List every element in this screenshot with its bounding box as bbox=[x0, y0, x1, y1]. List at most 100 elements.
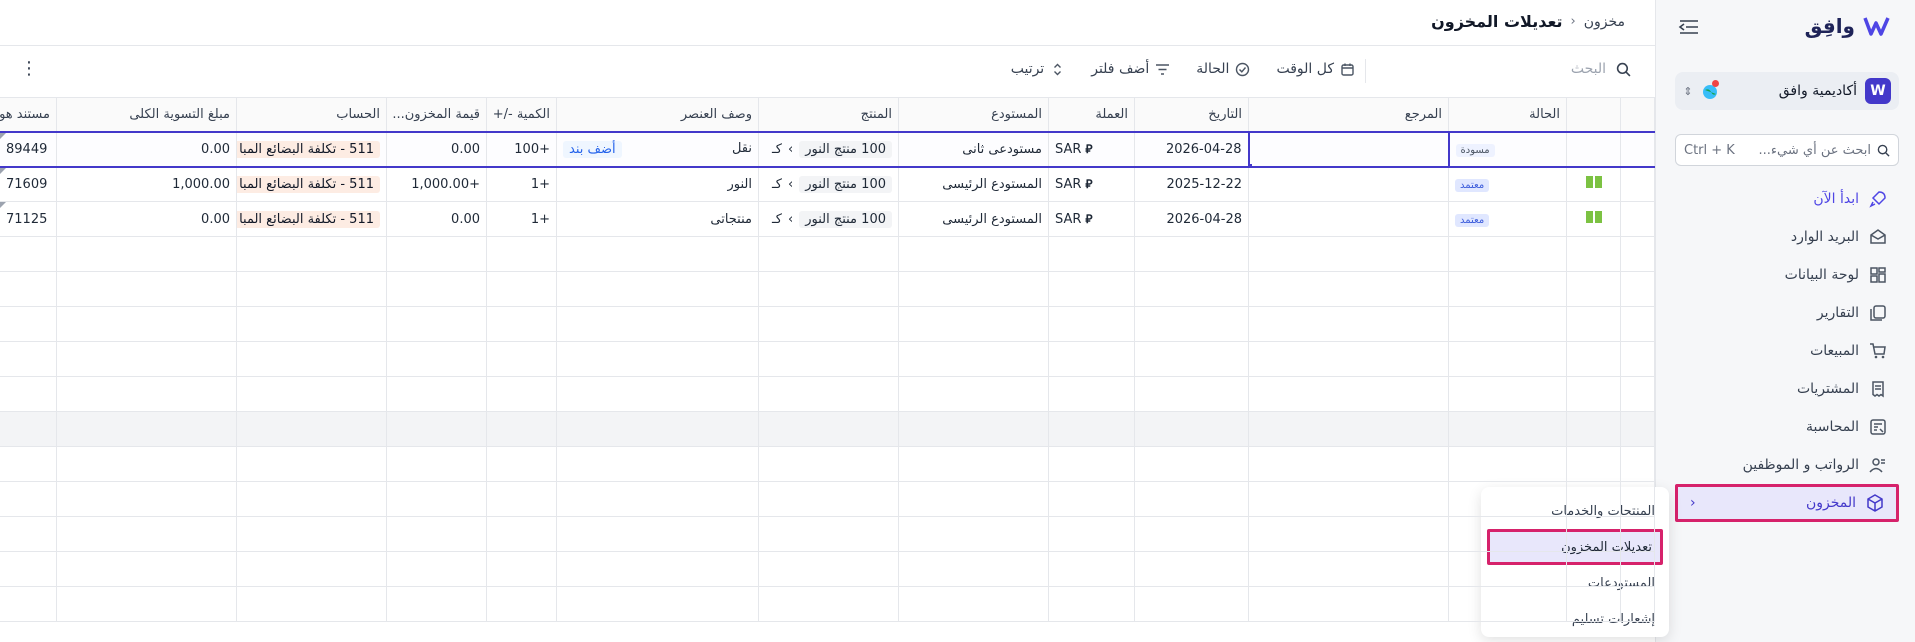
sidebar-item-dashboard[interactable]: لوحة البيانات bbox=[1675, 256, 1899, 294]
row-select-cell[interactable] bbox=[1620, 201, 1655, 237]
reference-cell[interactable] bbox=[1248, 201, 1449, 237]
sidebar-item-accounting[interactable]: المحاسبة bbox=[1675, 408, 1899, 446]
total-cell[interactable]: 0.00 bbox=[56, 201, 237, 237]
sidebar-item-inventory[interactable]: المخزون ‹ bbox=[1675, 484, 1899, 522]
breadcrumb-parent[interactable]: مخزون bbox=[1584, 14, 1625, 30]
sort-button[interactable]: ترتيب bbox=[1011, 61, 1066, 77]
row-select-cell[interactable] bbox=[1620, 130, 1655, 168]
warehouse-cell[interactable]: المستودع الرئيسى bbox=[898, 201, 1049, 237]
column-header-date[interactable]: التاريخ bbox=[1134, 97, 1249, 132]
stock-value-cell[interactable]: 1,000.00+ bbox=[386, 166, 487, 202]
column-header-document[interactable]: مستند هو bbox=[0, 97, 57, 132]
workspace-name: أكاديمية وافق bbox=[1778, 83, 1857, 99]
product-cell[interactable]: 100 منتج النور › كـ bbox=[758, 130, 899, 168]
currency-cell[interactable]: ⃁ SAR bbox=[1048, 130, 1135, 168]
add-filter-label: أضف فلتر bbox=[1091, 61, 1150, 77]
more-options-icon[interactable]: ⋮ bbox=[20, 59, 38, 79]
dashboard-icon bbox=[1870, 267, 1886, 283]
reference-cell[interactable] bbox=[1248, 166, 1449, 202]
account-cell[interactable]: 511 - تكلفة البضائع المبا bbox=[236, 201, 387, 237]
quantity-cell[interactable]: 1+ bbox=[486, 166, 557, 202]
empty-row[interactable] bbox=[0, 446, 1655, 482]
warehouse-cell[interactable]: مستودعى ثانى bbox=[898, 130, 1049, 168]
description-cell[interactable]: منتجاتى bbox=[556, 201, 759, 237]
account-cell[interactable]: 511 - تكلفة البضائع المبا bbox=[236, 166, 387, 202]
riyal-symbol-icon: ⃁ bbox=[1085, 176, 1093, 191]
empty-row[interactable] bbox=[0, 376, 1655, 412]
sidebar-item-purchases[interactable]: المشتريات bbox=[1675, 370, 1899, 408]
description-cell[interactable]: النور bbox=[556, 166, 759, 202]
sidebar-item-inbox[interactable]: البريد الوارد bbox=[1675, 218, 1899, 256]
empty-row[interactable] bbox=[0, 271, 1655, 307]
collapse-sidebar-icon[interactable] bbox=[1678, 18, 1700, 36]
column-header-reference[interactable]: المرجع bbox=[1248, 97, 1449, 132]
quantity-cell[interactable]: 100+ bbox=[486, 130, 557, 168]
empty-row[interactable] bbox=[0, 411, 1655, 447]
column-header-warehouse[interactable]: المستودع bbox=[898, 97, 1049, 132]
stock-value-cell[interactable]: 0.00 bbox=[386, 130, 487, 168]
stock-value-cell[interactable]: 0.00 bbox=[386, 201, 487, 237]
column-header-currency[interactable]: العملة bbox=[1048, 97, 1135, 132]
add-item-button[interactable]: أضف بند bbox=[563, 140, 622, 158]
row-icon-cell[interactable] bbox=[1566, 166, 1621, 202]
table-row[interactable]: مسودة 2026-04-28 ⃁ SAR مستودعى ثانى 100 م… bbox=[0, 130, 1655, 168]
column-header-select[interactable] bbox=[1620, 97, 1655, 132]
currency-cell[interactable]: ⃁ SAR bbox=[1048, 166, 1135, 202]
document-cell[interactable]: 89449 bbox=[0, 130, 57, 168]
status-filter-button[interactable]: الحالة bbox=[1196, 61, 1250, 77]
column-header-account[interactable]: الحساب bbox=[236, 97, 387, 132]
empty-row[interactable] bbox=[0, 481, 1655, 517]
account-cell[interactable]: 511 - تكلفة البضائع المبا bbox=[236, 130, 387, 168]
empty-row[interactable] bbox=[0, 306, 1655, 342]
description-cell[interactable]: نقل أضف بند bbox=[556, 130, 759, 168]
row-icon-cell[interactable] bbox=[1566, 201, 1621, 237]
table-search[interactable]: البحث bbox=[1571, 61, 1631, 77]
workspace-switcher[interactable]: W أكاديمية وافق ⇕ bbox=[1675, 72, 1899, 110]
product-cell[interactable]: 100 منتج النور › كـ bbox=[758, 201, 899, 237]
product-cell[interactable]: 100 منتج النور › كـ bbox=[758, 166, 899, 202]
total-cell[interactable]: 1,000.00 bbox=[56, 166, 237, 202]
sidebar-item-payroll[interactable]: الرواتب و الموظفين bbox=[1675, 446, 1899, 484]
chevron-left-icon: ‹ bbox=[1690, 495, 1696, 511]
empty-row[interactable] bbox=[0, 586, 1655, 622]
total-cell[interactable]: 0.00 bbox=[56, 130, 237, 168]
reference-cell[interactable] bbox=[1247, 130, 1450, 168]
warehouse-cell[interactable]: المستودع الرئيسى bbox=[898, 166, 1049, 202]
sidebar-item-reports[interactable]: التقارير bbox=[1675, 294, 1899, 332]
add-filter-button[interactable]: أضف فلتر bbox=[1091, 61, 1170, 77]
sidebar-item-label: الرواتب و الموظفين bbox=[1742, 457, 1859, 473]
date-cell[interactable]: 2026-04-28 bbox=[1134, 130, 1249, 168]
empty-row[interactable] bbox=[0, 236, 1655, 272]
column-header-quantity[interactable]: الكمية -/+ bbox=[486, 97, 557, 132]
column-header-total[interactable]: مبلغ التسوية الكلى bbox=[56, 97, 237, 132]
column-header-description[interactable]: وصف العنصر bbox=[556, 97, 759, 132]
empty-row[interactable] bbox=[0, 341, 1655, 377]
column-header-stock-value[interactable]: قيمة المخزون... bbox=[386, 97, 487, 132]
breadcrumb: مخزون ‹ تعديلات المخزون bbox=[1431, 12, 1625, 31]
currency-cell[interactable]: ⃁ SAR bbox=[1048, 201, 1135, 237]
date-cell[interactable]: 2026-04-28 bbox=[1134, 201, 1249, 237]
sidebar-item-sales[interactable]: المبيعات bbox=[1675, 332, 1899, 370]
box-icon bbox=[1867, 494, 1883, 512]
sidebar-item-get-started[interactable]: ابدأ الآن bbox=[1675, 180, 1899, 218]
status-badge: معتمد bbox=[1455, 178, 1490, 192]
empty-row[interactable] bbox=[0, 516, 1655, 552]
table-row[interactable]: معتمد 2025-12-22 ⃁ SAR المستودع الرئيسى 1… bbox=[0, 166, 1655, 202]
sidebar-search[interactable]: ابحث عن أي شيء... Ctrl + K bbox=[1675, 134, 1899, 166]
table-row[interactable]: معتمد 2026-04-28 ⃁ SAR المستودع الرئيسى 1… bbox=[0, 201, 1655, 237]
open-book-icon bbox=[1585, 211, 1602, 223]
date-range-button[interactable]: كل الوقت bbox=[1276, 61, 1355, 77]
document-cell[interactable]: 71125 bbox=[0, 201, 57, 237]
brand[interactable]: وافِق bbox=[1805, 14, 1891, 38]
column-header-product[interactable]: المنتج bbox=[758, 97, 899, 132]
empty-row[interactable] bbox=[0, 551, 1655, 587]
sidebar-item-label: البريد الوارد bbox=[1790, 229, 1859, 245]
toolbar-actions: كل الوقت الحالة أضف فلتر ترتيب bbox=[1011, 61, 1355, 77]
date-cell[interactable]: 2025-12-22 bbox=[1134, 166, 1249, 202]
chevron-left-icon: ‹ bbox=[1570, 14, 1576, 29]
quantity-cell[interactable]: 1+ bbox=[486, 201, 557, 237]
row-select-cell[interactable] bbox=[1620, 166, 1655, 202]
document-cell[interactable]: 71609 bbox=[0, 166, 57, 202]
column-header-status[interactable]: الحالة bbox=[1448, 97, 1567, 132]
fill-handle[interactable] bbox=[1250, 163, 1252, 165]
